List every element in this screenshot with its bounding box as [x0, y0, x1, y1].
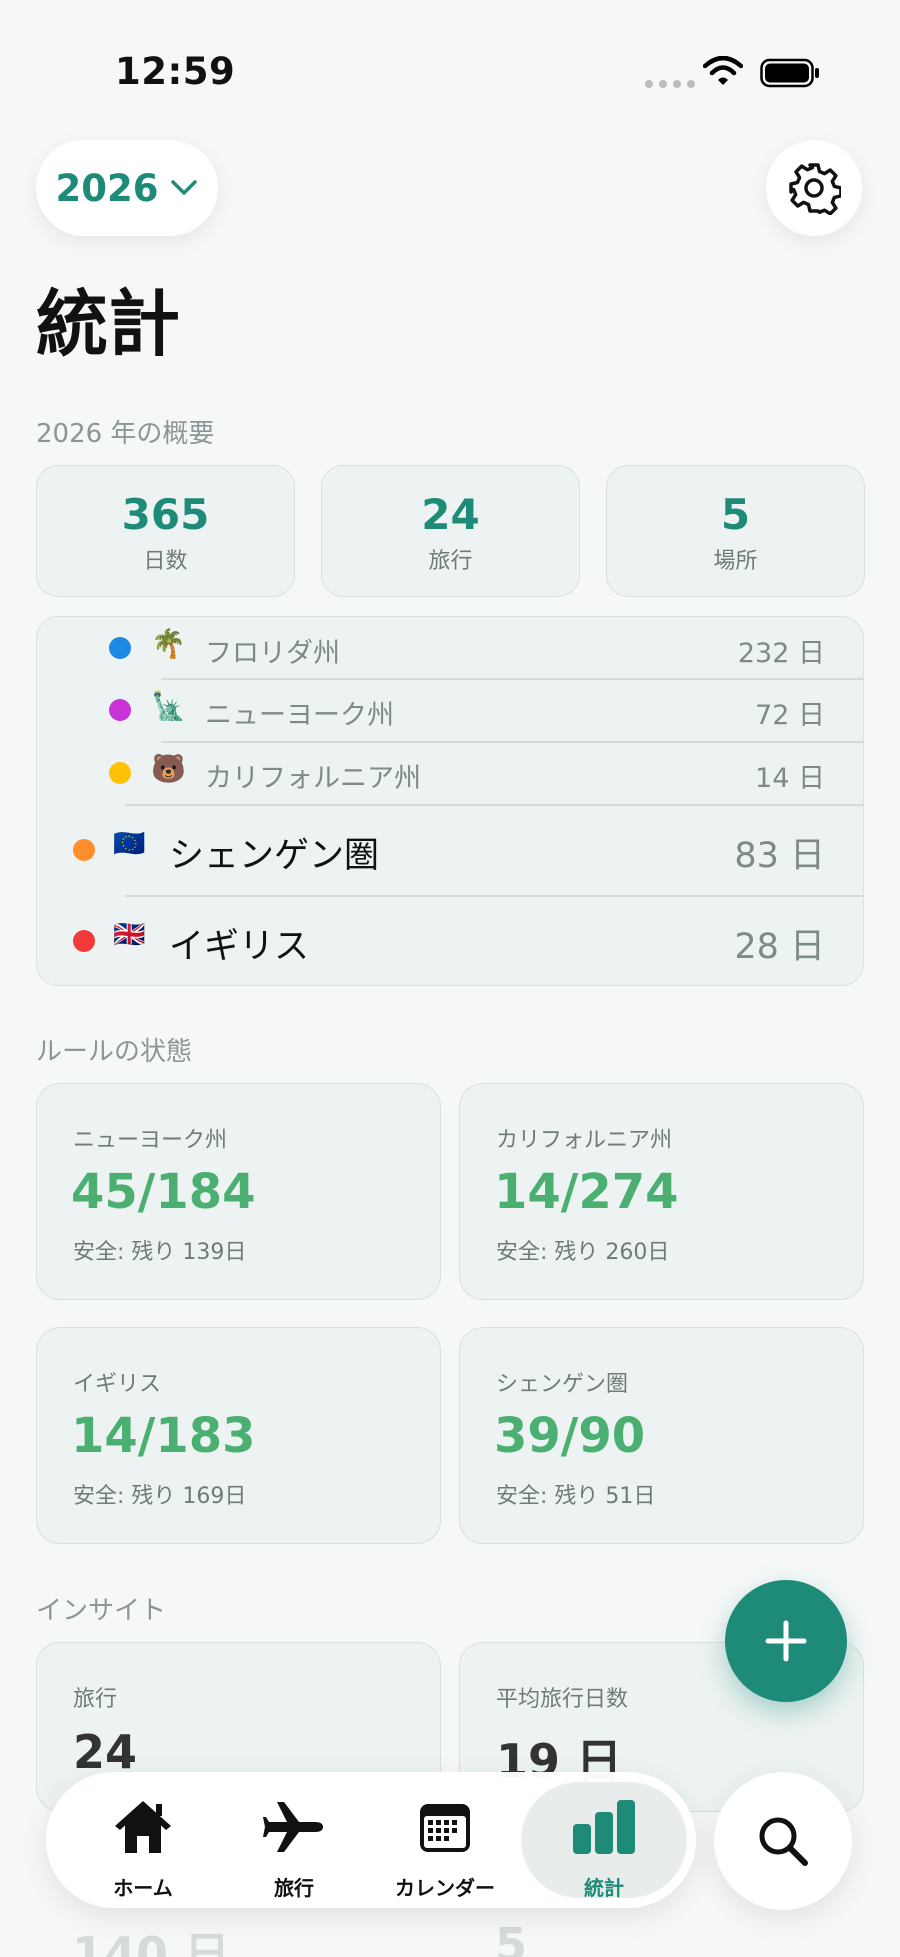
insight-label: 平均旅行日数: [496, 1687, 629, 1712]
tab-calendar[interactable]: カレンダー: [370, 1772, 520, 1908]
rule-status: 安全: 残り 260日: [496, 1240, 670, 1265]
tab-stats[interactable]: 統計: [521, 1772, 687, 1908]
region-row-new-york[interactable]: 🗽 ニューヨーク州 72 日: [37, 679, 863, 743]
summary-value: 5: [720, 490, 751, 539]
calendar-icon: [420, 1804, 470, 1852]
insights-section-label: インサイト: [36, 1596, 167, 1626]
add-trip-button[interactable]: [725, 1580, 847, 1702]
region-days: 83 日: [734, 836, 825, 876]
rule-name: ニューヨーク州: [73, 1128, 228, 1153]
rules-section-label: ルールの状態: [36, 1037, 193, 1067]
year-value: 2026: [55, 166, 159, 210]
region-color-dot: [73, 839, 95, 861]
overview-section-label: 2026 年の概要: [36, 419, 215, 449]
gear-icon: [789, 163, 841, 215]
insight-label: 旅行: [73, 1687, 118, 1712]
region-days: 232 日: [737, 638, 825, 669]
search-icon: [759, 1817, 808, 1866]
cellular-signal-icon: [645, 80, 695, 88]
house-icon: [115, 1801, 171, 1853]
tab-trips[interactable]: 旅行: [219, 1772, 369, 1908]
rule-status: 安全: 残り 51日: [496, 1484, 656, 1509]
region-color-dot: [109, 637, 131, 659]
rule-status: 安全: 残り 169日: [73, 1484, 247, 1509]
wifi-icon: [703, 56, 743, 85]
region-days: 72 日: [755, 700, 825, 731]
region-name: フロリダ州: [205, 638, 340, 669]
palm-tree-icon: 🌴: [151, 627, 186, 660]
summary-value: 365: [121, 490, 210, 539]
tab-label: 統計: [584, 1876, 624, 1900]
rule-name: シェンゲン圏: [496, 1372, 629, 1397]
eu-flag-icon: 🇪🇺: [113, 829, 146, 859]
tab-label: 旅行: [274, 1876, 314, 1900]
tab-bar: ホーム 旅行 カレンダー 統計: [46, 1772, 696, 1908]
settings-button[interactable]: [766, 140, 862, 236]
region-color-dot: [109, 699, 131, 721]
page-title: 統計: [36, 282, 181, 366]
rule-card-uk[interactable]: イギリス 14/183 安全: 残り 169日: [36, 1327, 441, 1544]
region-color-dot: [109, 762, 131, 784]
tab-home[interactable]: ホーム: [68, 1772, 218, 1908]
summary-card-places: 5 場所: [606, 465, 865, 597]
rule-value: 45/184: [71, 1164, 256, 1220]
summary-card-trips: 24 旅行: [321, 465, 580, 597]
tab-label: ホーム: [113, 1876, 173, 1900]
region-days: 14 日: [755, 763, 825, 794]
year-selector[interactable]: 2026: [36, 140, 218, 236]
summary-label: 旅行: [428, 549, 473, 574]
region-name: シェンゲン圏: [169, 836, 380, 876]
region-row-florida[interactable]: 🌴 フロリダ州 232 日: [37, 617, 863, 680]
region-row-schengen[interactable]: 🇪🇺 シェンゲン圏 83 日: [37, 805, 863, 897]
insight-value-partial: 5: [495, 1918, 528, 1957]
insight-value-partial: 140 日: [72, 1927, 231, 1957]
rule-value: 39/90: [494, 1408, 646, 1464]
region-row-uk[interactable]: 🇬🇧 イギリス 28 日: [37, 896, 863, 985]
insight-value: 24: [73, 1725, 138, 1779]
rule-card-schengen[interactable]: シェンゲン圏 39/90 安全: 残り 51日: [459, 1327, 864, 1544]
region-name: イギリス: [169, 927, 310, 967]
airplane-icon: [263, 1802, 323, 1852]
uk-flag-icon: 🇬🇧: [113, 920, 146, 950]
region-list: 🌴 フロリダ州 232 日 🗽 ニューヨーク州 72 日 🐻 カリフォルニア州 …: [36, 616, 864, 986]
rule-card-california[interactable]: カリフォルニア州 14/274 安全: 残り 260日: [459, 1083, 864, 1300]
battery-icon: [760, 58, 819, 88]
summary-label: 日数: [143, 549, 188, 574]
summary-card-days: 365 日数: [36, 465, 295, 597]
rule-status: 安全: 残り 139日: [73, 1240, 247, 1265]
rule-name: カリフォルニア州: [496, 1128, 673, 1153]
rule-value: 14/183: [71, 1408, 256, 1464]
bear-icon: 🐻: [151, 752, 186, 785]
summary-value: 24: [421, 490, 480, 539]
region-days: 28 日: [734, 927, 825, 967]
rule-name: イギリス: [73, 1372, 162, 1397]
region-name: カリフォルニア州: [205, 763, 421, 794]
region-name: ニューヨーク州: [205, 700, 394, 731]
rule-value: 14/274: [494, 1164, 679, 1220]
tab-label: カレンダー: [395, 1876, 495, 1900]
region-color-dot: [73, 930, 95, 952]
search-button[interactable]: [714, 1772, 852, 1910]
rule-card-new-york[interactable]: ニューヨーク州 45/184 安全: 残り 139日: [36, 1083, 441, 1300]
chevron-down-icon: [171, 180, 198, 195]
statue-of-liberty-icon: 🗽: [151, 689, 186, 722]
summary-label: 場所: [713, 549, 758, 574]
chart-icon: [573, 1800, 635, 1854]
status-time: 12:59: [115, 50, 236, 93]
region-row-california[interactable]: 🐻 カリフォルニア州 14 日: [37, 742, 863, 806]
plus-icon: [765, 1620, 807, 1662]
